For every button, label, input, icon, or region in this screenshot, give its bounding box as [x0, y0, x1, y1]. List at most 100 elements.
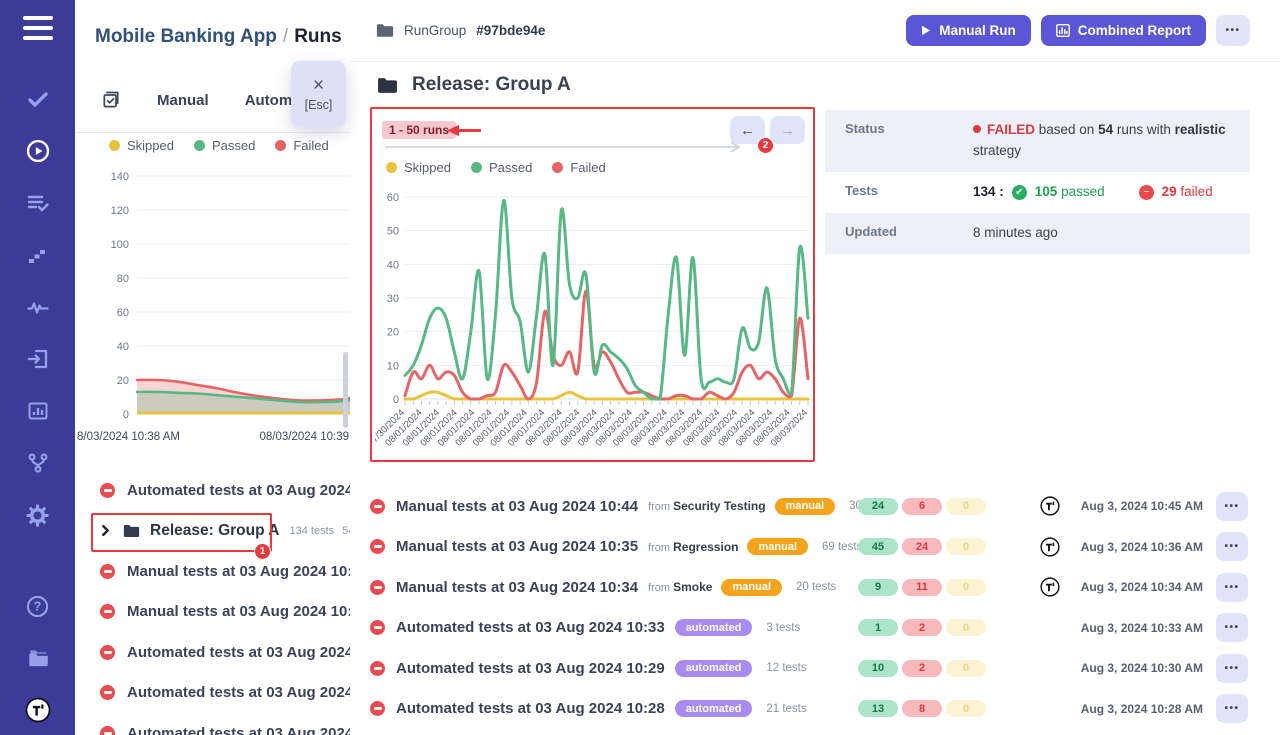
legend-label: Passed — [489, 160, 532, 175]
run-row[interactable]: Automated tests at 03 Aug 2024 10:29auto… — [370, 650, 1250, 686]
select-runs-icon[interactable] — [101, 90, 121, 110]
run-row[interactable]: Manual tests at 03 Aug 2024 10:34from Sm… — [370, 569, 1250, 605]
svg-text:30: 30 — [387, 293, 399, 305]
esc-key-hint: [Esc] — [305, 98, 333, 112]
import-icon[interactable] — [25, 346, 51, 372]
skipped-count-pill: 0 — [946, 700, 986, 717]
manual-run-button[interactable]: Manual Run — [906, 15, 1031, 46]
bar-chart-icon[interactable] — [25, 398, 51, 424]
run-result-pills: 45240 — [858, 538, 986, 555]
run-group-title[interactable]: Release: Group A — [150, 522, 280, 540]
svg-text:07/30/2024: 07/30/2024 — [375, 407, 407, 448]
timeline-arrow — [385, 140, 750, 154]
sidebar: ? — [0, 0, 75, 735]
run-type-badge: automated — [675, 700, 753, 717]
run-title[interactable]: Automated tests at 03 Aug 2024 10 — [127, 725, 350, 735]
next-page-button[interactable]: → — [770, 116, 805, 144]
failed-count-pill: 24 — [902, 538, 942, 555]
run-title[interactable]: Automated tests at 03 Aug 2024 10:33 — [396, 619, 665, 636]
run-more-button[interactable]: ••• — [1216, 492, 1248, 521]
play-circle-icon[interactable] — [25, 138, 51, 164]
svg-text:08/03/2024: 08/03/2024 — [769, 407, 810, 448]
status-label: Status — [825, 110, 973, 172]
steps-icon[interactable] — [25, 242, 51, 268]
run-title[interactable]: Manual tests at 03 Aug 2024 10:43 — [127, 563, 350, 580]
run-title[interactable]: Automated tests at 03 Aug 2024 10 — [127, 482, 350, 499]
run-failed-status-icon — [370, 620, 385, 635]
run-failed-status-icon — [100, 564, 115, 579]
run-more-button[interactable]: ••• — [1216, 694, 1248, 723]
run-row[interactable]: Automated tests at 03 Aug 2024 10:33auto… — [370, 610, 1250, 646]
group-status-panel: Status FAILED based on 54 runs with real… — [825, 110, 1250, 254]
run-title[interactable]: Manual tests at 03 Aug 2024 10:35 — [396, 538, 638, 555]
run-result-pills: 1020 — [858, 660, 986, 677]
rungroup-breadcrumb[interactable]: RunGroup #97bde94e — [376, 23, 545, 38]
header-more-button[interactable]: ••• — [1216, 15, 1250, 46]
combined-report-button[interactable]: Combined Report — [1041, 15, 1206, 46]
project-name-link[interactable]: Mobile Banking App — [95, 26, 277, 47]
svg-text:08/01/2024: 08/01/2024 — [401, 407, 442, 448]
scrollbar-thumb[interactable] — [343, 352, 348, 428]
run-more-button[interactable]: ••• — [1216, 654, 1248, 683]
run-failed-status-icon — [100, 685, 115, 700]
main-content: RunGroup #97bde94e Manual Run Combined R… — [350, 0, 1280, 735]
check-icon[interactable] — [25, 86, 51, 112]
svg-text:08/03/2024: 08/03/2024 — [751, 407, 792, 448]
run-more-button[interactable]: ••• — [1216, 573, 1248, 602]
chevron-right-icon[interactable] — [100, 525, 111, 536]
svg-text:08/03/2024: 08/03/2024 — [646, 407, 687, 448]
close-icon[interactable]: × — [313, 76, 324, 95]
passed-count-pill: 13 — [858, 700, 898, 717]
skipped-count-pill: 0 — [946, 498, 986, 515]
run-title[interactable]: Manual tests at 03 Aug 2024 10:34 — [396, 579, 638, 596]
folders-icon[interactable] — [25, 645, 51, 671]
run-tests-count: 21 tests — [766, 703, 806, 715]
runs-tabs: Manual Automated — [101, 90, 323, 110]
svg-text:20: 20 — [117, 375, 129, 387]
run-title[interactable]: Automated tests at 03 Aug 2024 10 — [127, 684, 350, 701]
run-list-item[interactable]: Automated tests at 03 Aug 2024 10 — [75, 632, 350, 673]
svg-text:08/01/2024: 08/01/2024 — [488, 407, 529, 448]
run-group-runs-count: 54 r — [342, 525, 350, 537]
run-list-item[interactable]: Manual tests at 03 Aug 2024 10:42 — [75, 592, 350, 633]
run-row[interactable]: Manual tests at 03 Aug 2024 10:35from Re… — [370, 529, 1250, 565]
svg-text:0: 0 — [393, 394, 399, 406]
tab-manual[interactable]: Manual — [157, 92, 209, 109]
app-logo[interactable] — [25, 697, 51, 723]
run-title[interactable]: Automated tests at 03 Aug 2024 10:28 — [396, 700, 665, 717]
run-more-button[interactable]: ••• — [1216, 532, 1248, 561]
branch-icon[interactable] — [25, 450, 51, 476]
activity-icon[interactable] — [25, 294, 51, 320]
svg-text:20: 20 — [387, 327, 399, 339]
help-icon[interactable]: ? — [25, 593, 51, 619]
annotation-arrow — [445, 122, 483, 139]
passed-count-pill: 45 — [858, 538, 898, 555]
runs-trend-mini-chart: 1401201008060402008/03/2024 10:38 AM08/0… — [75, 156, 350, 451]
run-more-button[interactable]: ••• — [1216, 613, 1248, 642]
updated-label: Updated — [825, 213, 973, 254]
run-list-item[interactable]: Automated tests at 03 Aug 2024 10 — [75, 673, 350, 714]
run-row[interactable]: Manual tests at 03 Aug 2024 10:44from Se… — [370, 488, 1250, 524]
svg-text:140: 140 — [111, 171, 129, 183]
run-row[interactable]: Automated tests at 03 Aug 2024 10:28 auto… — [370, 691, 1250, 727]
passed-count-pill: 10 — [858, 660, 898, 677]
failed-dot-icon — [973, 125, 981, 133]
run-failed-status-icon — [370, 580, 385, 595]
run-list-item[interactable]: Manual tests at 03 Aug 2024 10:43 — [75, 551, 350, 592]
group-runs-list: Manual tests at 03 Aug 2024 10:44from Se… — [370, 488, 1250, 731]
hamburger-menu-icon[interactable] — [23, 16, 53, 40]
run-list-item[interactable]: Automated tests at 03 Aug 2024 10 — [75, 470, 350, 511]
gear-icon[interactable] — [25, 502, 51, 528]
run-tests-count: 69 tests — [822, 541, 862, 553]
svg-text:08/01/2024: 08/01/2024 — [418, 407, 459, 448]
run-failed-status-icon — [370, 701, 385, 716]
run-title[interactable]: Manual tests at 03 Aug 2024 10:44 — [396, 498, 638, 515]
run-group-item[interactable]: Release: Group A134 tests54 r — [75, 511, 350, 552]
failed-dot-icon — [275, 140, 286, 151]
run-title[interactable]: Automated tests at 03 Aug 2024 10:29 — [396, 660, 665, 677]
run-list-item[interactable]: Automated tests at 03 Aug 2024 10 — [75, 713, 350, 735]
run-title[interactable]: Manual tests at 03 Aug 2024 10:42 — [127, 603, 350, 620]
list-check-icon[interactable] — [25, 190, 51, 216]
passed-count-pill: 24 — [858, 498, 898, 515]
run-title[interactable]: Automated tests at 03 Aug 2024 10 — [127, 644, 350, 661]
